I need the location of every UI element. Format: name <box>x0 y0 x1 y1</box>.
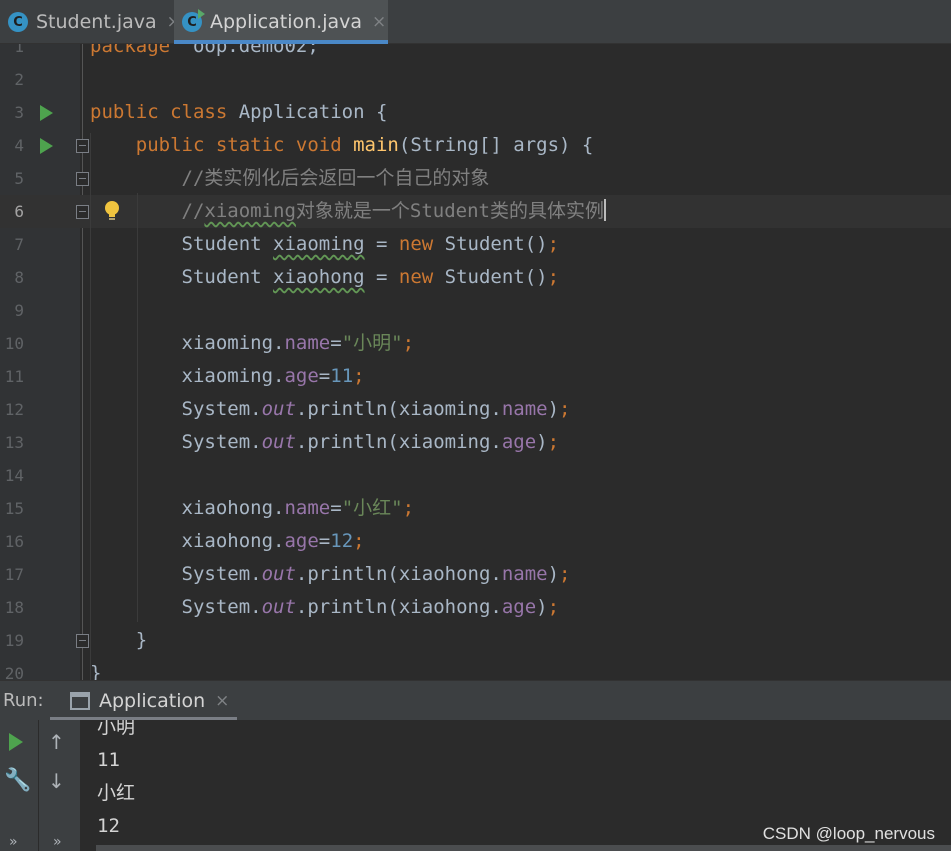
up-arrow-icon[interactable]: ↑ <box>48 730 65 754</box>
code-text: System.out.println(xiaoming.age); <box>90 431 560 453</box>
code-editor[interactable]: 1 package oop.demo02; 2 3 public class Appli… <box>0 44 951 680</box>
line-number[interactable]: 1 <box>0 44 24 63</box>
code-text: xiaoming.age=11; <box>90 365 365 387</box>
code-line[interactable]: 4 public static void main(String[] args)… <box>0 129 951 162</box>
editor-tab-bar: C Student.java × C Application.java × <box>0 0 951 44</box>
fold-icon[interactable] <box>76 139 89 153</box>
code-text: System.out.println(xiaohong.name); <box>90 563 571 585</box>
line-number[interactable]: 4 <box>0 129 24 162</box>
code-line[interactable]: 9 <box>0 294 951 327</box>
console-output-line: 12 <box>97 815 120 837</box>
code-text: public class Application { <box>90 101 388 123</box>
java-class-run-icon: C <box>182 9 205 32</box>
watermark: CSDN @loop_nervous <box>762 824 935 843</box>
console-icon <box>70 692 90 710</box>
line-number[interactable]: 12 <box>0 393 24 426</box>
code-text: xiaohong.age=12; <box>90 530 365 552</box>
more-tools-icon[interactable]: » <box>9 834 18 850</box>
code-line[interactable]: 11 xiaoming.age=11; <box>0 360 951 393</box>
rerun-icon[interactable] <box>9 733 23 751</box>
tab-student-java[interactable]: C Student.java × <box>0 0 181 44</box>
line-number[interactable]: 2 <box>0 63 24 96</box>
code-line[interactable]: 2 <box>0 63 951 96</box>
line-number[interactable]: 14 <box>0 459 24 492</box>
code-line[interactable]: 3 public class Application { <box>0 96 951 129</box>
run-console[interactable]: 🔧 ↑ ↓ » » 小明 11 小红 12 CSDN @loop_nervous <box>0 720 951 851</box>
run-label: Run: <box>3 690 44 711</box>
line-number[interactable]: 17 <box>0 558 24 591</box>
line-number[interactable]: 11 <box>0 360 24 393</box>
text-caret <box>604 199 606 221</box>
indent-guide <box>90 133 91 680</box>
code-text: package oop.demo02; <box>90 44 319 57</box>
code-line[interactable]: 8 Student xiaohong = new Student(); <box>0 261 951 294</box>
run-tab-application[interactable]: Application × <box>50 681 237 721</box>
tab-label: Student.java <box>36 11 157 33</box>
code-line[interactable]: 10 xiaoming.name="小明"; <box>0 327 951 360</box>
console-output-line: 11 <box>97 749 120 771</box>
fold-icon[interactable] <box>76 172 89 186</box>
console-output-line: 小明 <box>97 720 136 738</box>
code-text: } <box>90 662 102 680</box>
java-class-icon: C <box>8 12 28 32</box>
line-number[interactable]: 10 <box>0 327 24 360</box>
close-icon[interactable]: × <box>215 691 229 711</box>
code-text: //xiaoming对象就是一个Student类的具体实例 <box>181 199 606 222</box>
line-number[interactable]: 6 <box>0 195 24 228</box>
line-number[interactable]: 7 <box>0 228 24 261</box>
code-text: System.out.println(xiaoming.name); <box>90 398 571 420</box>
code-line[interactable]: 6 //xiaoming对象就是一个Student类的具体实例 <box>0 195 951 228</box>
line-number[interactable]: 20 <box>0 657 24 680</box>
close-icon[interactable]: × <box>372 12 386 32</box>
run-panel-header: Run: Application × <box>0 680 951 721</box>
console-output-line: 小红 <box>97 782 136 804</box>
code-text: //类实例化后会返回一个自己的对象 <box>181 167 490 189</box>
more-tools-icon[interactable]: » <box>53 834 62 850</box>
horizontal-scrollbar[interactable] <box>96 845 951 851</box>
line-number[interactable]: 13 <box>0 426 24 459</box>
indent-guide <box>137 193 138 622</box>
line-number[interactable]: 5 <box>0 162 24 195</box>
run-tab-label: Application <box>99 690 206 712</box>
run-gutter-icon[interactable] <box>40 138 53 154</box>
code-text: xiaohong.name="小红"; <box>90 497 415 519</box>
code-line[interactable]: 18 System.out.println(xiaohong.age); <box>0 591 951 624</box>
code-line[interactable]: 15 xiaohong.name="小红"; <box>0 492 951 525</box>
tab-application-java[interactable]: C Application.java × <box>174 0 388 44</box>
code-line[interactable]: 5 //类实例化后会返回一个自己的对象 <box>0 162 951 195</box>
code-line[interactable]: 14 <box>0 459 951 492</box>
line-number[interactable]: 19 <box>0 624 24 657</box>
fold-icon[interactable] <box>76 205 89 219</box>
tab-label: Application.java <box>210 11 363 33</box>
line-number[interactable]: 18 <box>0 591 24 624</box>
line-number[interactable]: 3 <box>0 96 24 129</box>
code-line[interactable]: 20} <box>0 657 951 680</box>
down-arrow-icon[interactable]: ↓ <box>48 769 65 793</box>
fold-icon[interactable] <box>76 634 89 648</box>
code-text: System.out.println(xiaohong.age); <box>90 596 560 618</box>
wrench-icon[interactable]: 🔧 <box>4 768 31 793</box>
line-number[interactable]: 15 <box>0 492 24 525</box>
code-line[interactable]: 19 } <box>0 624 951 657</box>
run-gutter-icon[interactable] <box>40 105 53 121</box>
line-number[interactable]: 8 <box>0 261 24 294</box>
code-line[interactable]: 7 Student xiaoming = new Student(); <box>0 228 951 261</box>
code-text: public static void main(String[] args) { <box>135 134 594 156</box>
code-line[interactable]: 13 System.out.println(xiaoming.age); <box>0 426 951 459</box>
code-line[interactable]: 16 xiaohong.age=12; <box>0 525 951 558</box>
code-text: xiaoming.name="小明"; <box>90 332 415 354</box>
toolbar-separator <box>38 720 39 851</box>
code-text: Student xiaohong = new Student(); <box>90 266 560 288</box>
code-text: Student xiaoming = new Student(); <box>90 233 560 255</box>
code-line[interactable]: 1 package oop.demo02; <box>0 44 951 63</box>
code-line[interactable]: 17 System.out.println(xiaohong.name); <box>0 558 951 591</box>
line-number[interactable]: 9 <box>0 294 24 327</box>
code-line[interactable]: 12 System.out.println(xiaoming.name); <box>0 393 951 426</box>
line-number[interactable]: 16 <box>0 525 24 558</box>
code-text: } <box>90 629 148 651</box>
